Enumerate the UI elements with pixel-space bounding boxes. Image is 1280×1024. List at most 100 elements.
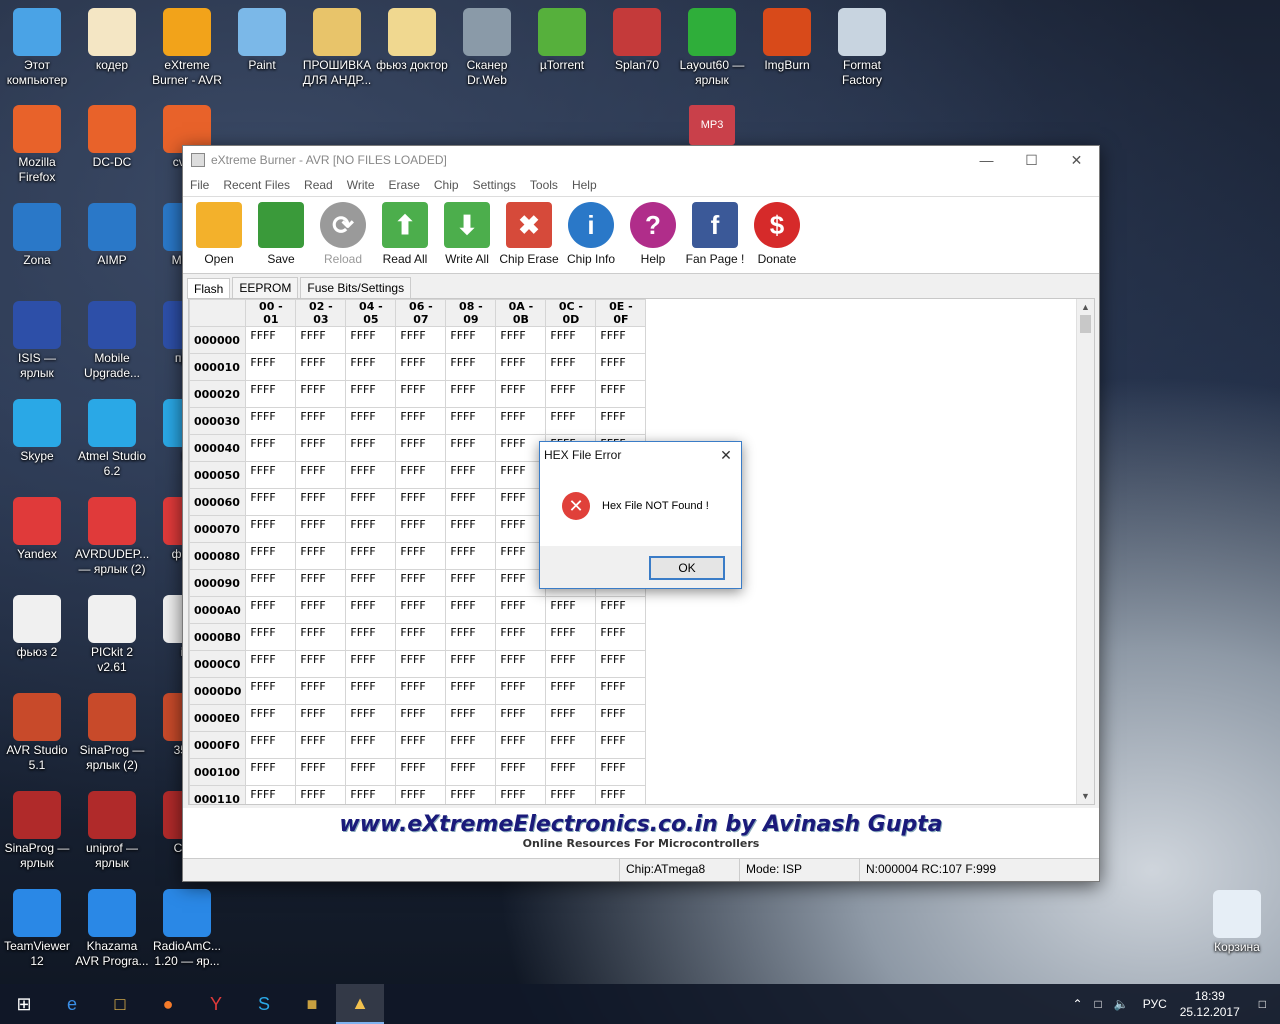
hex-cell[interactable]: FFFF [495,650,547,678]
hex-cell[interactable]: FFFF [345,704,397,732]
hex-cell[interactable]: FFFF [495,731,547,759]
file-explorer-icon[interactable]: □ [96,984,144,1024]
hex-cell[interactable]: FFFF [395,353,447,381]
hex-cell[interactable]: FFFF [495,353,547,381]
desktop-icon[interactable]: ПРОШИВКА ДЛЯ АНДР... [300,8,374,88]
mp3-file-icon[interactable]: MP3 [689,105,735,145]
hex-cell[interactable]: FFFF [595,650,647,678]
hex-cell[interactable]: FFFF [345,488,397,516]
ok-button[interactable]: OK [649,556,725,580]
hex-cell[interactable]: FFFF [245,461,297,489]
hex-cell[interactable]: FFFF [345,542,397,570]
write-all-button[interactable]: ⬇ Write All [436,197,498,266]
donate-button[interactable]: $ Donate [746,197,808,266]
hex-cell[interactable]: FFFF [495,704,547,732]
desktop-icon[interactable]: Khazama AVR Progra... [75,889,149,969]
hex-cell[interactable]: FFFF [395,326,447,354]
hex-cell[interactable]: FFFF [545,677,597,705]
hex-cell[interactable]: FFFF [345,407,397,435]
hex-cell[interactable]: FFFF [595,326,647,354]
desktop-icon[interactable]: AIMP [75,203,149,268]
hex-cell[interactable]: FFFF [545,380,597,408]
hex-cell[interactable]: FFFF [245,650,297,678]
hex-cell[interactable]: FFFF [295,380,347,408]
desktop-icon[interactable]: Format Factory [825,8,899,88]
hex-cell[interactable]: FFFF [245,434,297,462]
hex-cell[interactable]: FFFF [445,623,497,651]
hex-cell[interactable]: FFFF [245,515,297,543]
hex-cell[interactable]: FFFF [245,407,297,435]
tab-fuse-bits-settings[interactable]: Fuse Bits/Settings [300,277,412,298]
desktop-icon[interactable]: ImgBurn [750,8,824,73]
desktop-icon[interactable]: Mobile Upgrade... [75,301,149,381]
hex-cell[interactable]: FFFF [345,569,397,597]
hex-cell[interactable]: FFFF [345,326,397,354]
hex-cell[interactable]: FFFF [245,596,297,624]
desktop-icon[interactable]: AVR Studio 5.1 [0,693,74,773]
hex-cell[interactable]: FFFF [545,731,597,759]
chip-app-icon[interactable]: ■ [288,984,336,1024]
hex-cell[interactable]: FFFF [545,785,597,804]
hex-cell[interactable]: FFFF [545,353,597,381]
hex-cell[interactable]: FFFF [595,596,647,624]
recycle-bin[interactable]: Корзина [1200,890,1274,955]
hex-cell[interactable]: FFFF [345,785,397,804]
desktop-icon[interactable]: uniprof — ярлык [75,791,149,871]
desktop-icon[interactable]: Этот компьютер [0,8,74,88]
extreme-burner-task-icon[interactable]: ▲ [336,984,384,1024]
hex-cell[interactable]: FFFF [245,731,297,759]
hex-cell[interactable]: FFFF [295,758,347,786]
banner[interactable]: www.eXtremeElectronics.co.in by Avinash … [183,808,1099,858]
hex-cell[interactable]: FFFF [545,326,597,354]
desktop-icon[interactable]: ISIS — ярлык [0,301,74,381]
hex-cell[interactable]: FFFF [295,434,347,462]
hex-cell[interactable]: FFFF [595,785,647,804]
clock[interactable]: 18:39 25.12.2017 [1175,988,1245,1020]
desktop-icon[interactable]: TeamViewer 12 [0,889,74,969]
hex-cell[interactable]: FFFF [545,596,597,624]
desktop-icon[interactable]: Yandex [0,497,74,562]
hex-cell[interactable]: FFFF [595,704,647,732]
hex-cell[interactable]: FFFF [295,704,347,732]
hex-cell[interactable]: FFFF [395,569,447,597]
desktop-icon[interactable]: µTorrent [525,8,599,73]
hex-cell[interactable]: FFFF [295,623,347,651]
menu-file[interactable]: File [183,178,216,192]
hex-cell[interactable]: FFFF [345,353,397,381]
hex-cell[interactable]: FFFF [495,326,547,354]
hex-cell[interactable]: FFFF [395,704,447,732]
hex-cell[interactable]: FFFF [395,785,447,804]
scroll-down-icon[interactable]: ▼ [1077,788,1094,804]
hex-cell[interactable]: FFFF [595,731,647,759]
hex-cell[interactable]: FFFF [545,623,597,651]
scroll-thumb[interactable] [1080,315,1091,333]
hex-cell[interactable]: FFFF [245,353,297,381]
skype-icon[interactable]: S [240,984,288,1024]
hex-cell[interactable]: FFFF [445,542,497,570]
hex-cell[interactable]: FFFF [495,758,547,786]
hex-cell[interactable]: FFFF [395,515,447,543]
hex-cell[interactable]: FFFF [445,434,497,462]
hex-cell[interactable]: FFFF [445,677,497,705]
desktop-icon[interactable]: AVRDUDEP... — ярлык (2) [75,497,149,577]
hex-cell[interactable]: FFFF [395,461,447,489]
hex-cell[interactable]: FFFF [445,488,497,516]
hex-cell[interactable]: FFFF [595,353,647,381]
hex-cell[interactable]: FFFF [445,758,497,786]
desktop-icon[interactable]: Layout60 — ярлык [675,8,749,88]
hex-cell[interactable]: FFFF [245,758,297,786]
hex-cell[interactable]: FFFF [245,704,297,732]
desktop-icon[interactable]: DC-DC [75,105,149,170]
hex-cell[interactable]: FFFF [595,758,647,786]
hex-cell[interactable]: FFFF [245,488,297,516]
notification-icon[interactable]: □ [1245,997,1280,1011]
hex-cell[interactable]: FFFF [395,407,447,435]
hex-cell[interactable]: FFFF [295,326,347,354]
hex-cell[interactable]: FFFF [295,569,347,597]
hex-cell[interactable]: FFFF [495,596,547,624]
network-icon[interactable]: □ [1089,997,1108,1011]
hex-cell[interactable]: FFFF [445,785,497,804]
hex-cell[interactable]: FFFF [395,623,447,651]
desktop-icon[interactable]: eXtreme Burner - AVR [150,8,224,88]
hex-cell[interactable]: FFFF [545,407,597,435]
